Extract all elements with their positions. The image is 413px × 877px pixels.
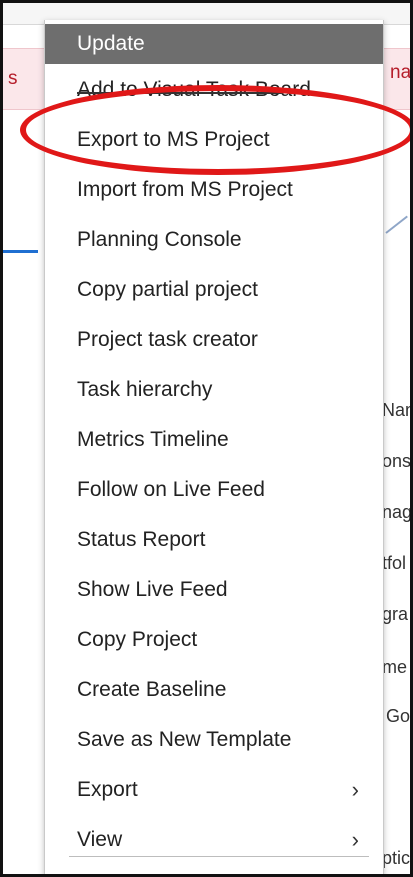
- menu-item-follow-on-live-feed[interactable]: Follow on Live Feed: [45, 470, 383, 510]
- chevron-right-icon: ›: [351, 777, 359, 802]
- menu-item-add-to-visual-task-board[interactable]: Add to Visual Task Board: [45, 70, 383, 110]
- form-label-fragment: tfol: [382, 553, 407, 573]
- active-tab-underline: [0, 250, 38, 253]
- form-label-fragment: Go: [386, 706, 411, 726]
- menu-item-label: Export to MS Project: [77, 128, 270, 151]
- menu-item-label: Add to Visual Task Board: [77, 78, 311, 101]
- form-label-fragment: ptic: [382, 848, 411, 868]
- context-menu: Update Add to Visual Task Board Export t…: [44, 20, 384, 877]
- form-label-fragment: me: [382, 657, 408, 677]
- menu-item-label: Create Baseline: [77, 678, 227, 701]
- menu-item-label: Task hierarchy: [77, 378, 213, 401]
- menu-item-metrics-timeline[interactable]: Metrics Timeline: [45, 420, 383, 460]
- menu-item-task-hierarchy[interactable]: Task hierarchy: [45, 370, 383, 410]
- alert-text-fragment-right: nall: [390, 62, 413, 83]
- diagram-connector-line: [385, 215, 408, 234]
- menu-item-label: Project task creator: [77, 328, 258, 351]
- strikethrough-mark: [77, 92, 283, 94]
- menu-item-export[interactable]: Export ›: [45, 770, 383, 810]
- menu-item-show-live-feed[interactable]: Show Live Feed: [45, 570, 383, 610]
- menu-item-create-baseline[interactable]: Create Baseline: [45, 670, 383, 710]
- menu-divider: [69, 856, 369, 857]
- form-label-fragment: Nam: [382, 400, 413, 420]
- menu-item-label: Planning Console: [77, 228, 242, 251]
- form-label-fragment: gra: [382, 604, 409, 624]
- menu-item-label: Show Live Feed: [77, 578, 228, 601]
- menu-item-project-task-creator[interactable]: Project task creator: [45, 320, 383, 360]
- menu-item-save-as-new-template[interactable]: Save as New Template: [45, 720, 383, 760]
- menu-item-label: Update: [77, 32, 145, 55]
- menu-item-label: Save as New Template: [77, 728, 292, 751]
- menu-item-label: Copy partial project: [77, 278, 258, 301]
- menu-item-label: Import from MS Project: [77, 178, 293, 201]
- menu-item-planning-console[interactable]: Planning Console: [45, 220, 383, 260]
- chevron-right-icon: ›: [351, 827, 359, 852]
- form-label-fragment: nag: [382, 502, 413, 522]
- menu-item-label: Metrics Timeline: [77, 428, 229, 451]
- menu-item-label: Follow on Live Feed: [77, 478, 265, 501]
- menu-item-export-to-ms-project[interactable]: Export to MS Project: [45, 120, 383, 160]
- menu-item-view[interactable]: View ›: [45, 820, 383, 860]
- menu-item-status-report[interactable]: Status Report: [45, 520, 383, 560]
- menu-item-import-from-ms-project[interactable]: Import from MS Project: [45, 170, 383, 210]
- menu-item-label: View: [77, 828, 123, 851]
- menu-item-copy-project[interactable]: Copy Project: [45, 620, 383, 660]
- alert-text-fragment-left: s: [8, 68, 18, 89]
- form-label-fragment: ons: [382, 451, 412, 471]
- menu-item-label: Status Report: [77, 528, 206, 551]
- menu-item-label: Export: [77, 778, 138, 801]
- menu-item-update[interactable]: Update: [45, 24, 383, 64]
- menu-item-label: Copy Project: [77, 628, 198, 651]
- menu-item-copy-partial-project[interactable]: Copy partial project: [45, 270, 383, 310]
